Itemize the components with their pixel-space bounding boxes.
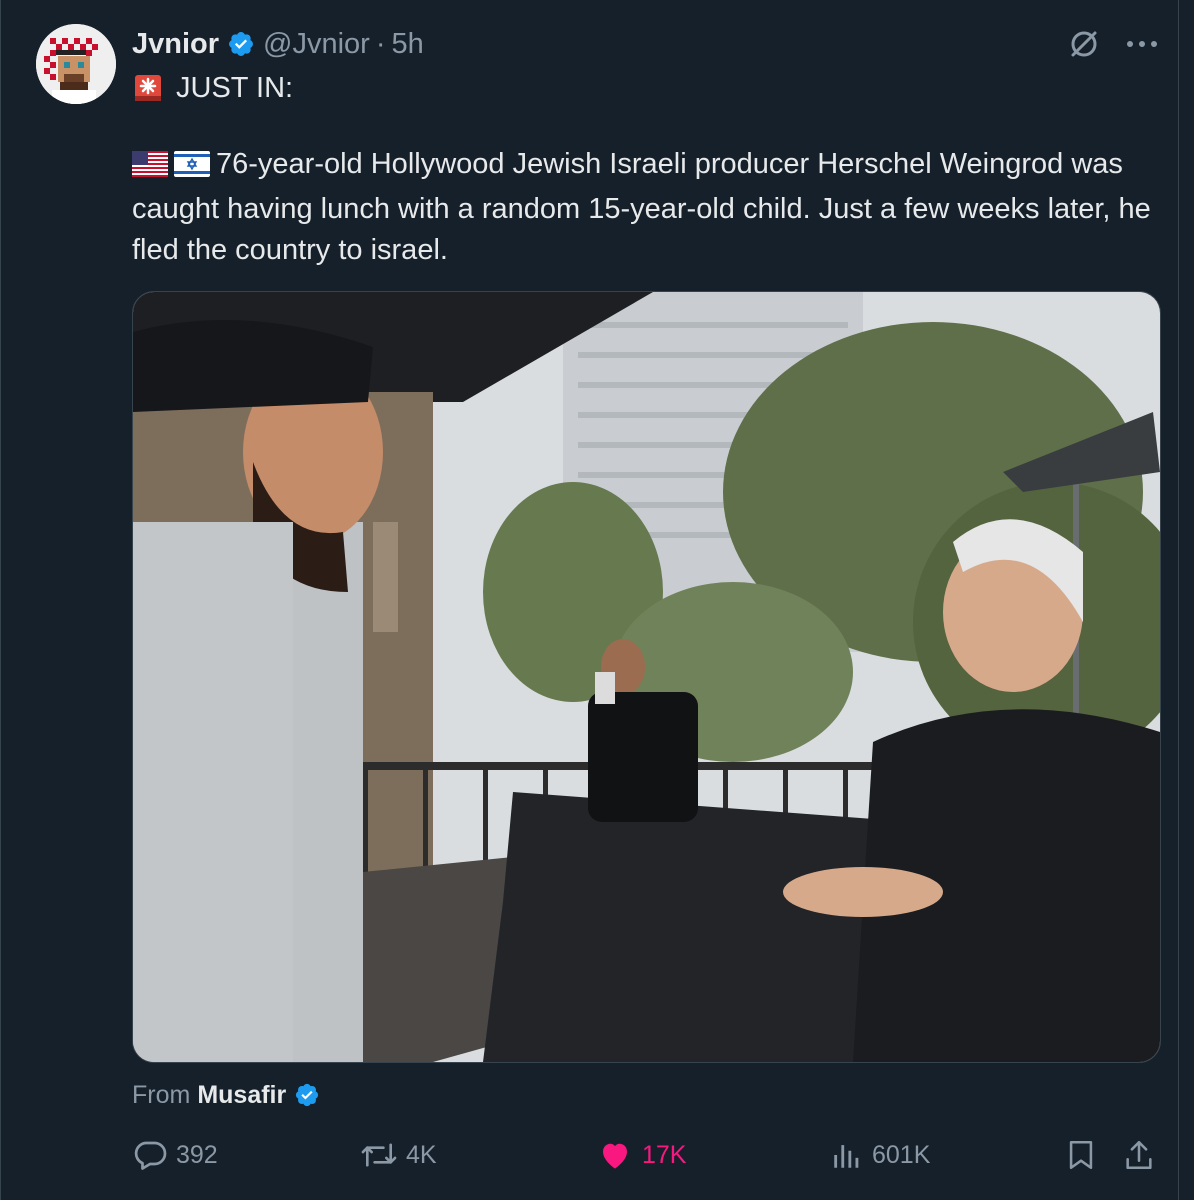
- media-source: From Musafir: [132, 1076, 320, 1114]
- avatar[interactable]: [36, 24, 116, 104]
- heart-icon: [603, 1143, 627, 1169]
- us-flag-icon: [132, 148, 168, 189]
- bookmark-icon: [1069, 1140, 1093, 1170]
- bookmark-button[interactable]: [1064, 1132, 1106, 1178]
- views-icon: [834, 1145, 859, 1168]
- share-button[interactable]: [1122, 1132, 1164, 1178]
- siren-icon: [132, 72, 164, 104]
- views-button[interactable]: 601K: [830, 1132, 930, 1178]
- repost-count: 4K: [406, 1140, 437, 1169]
- grok-icon[interactable]: [1066, 26, 1102, 62]
- divider: [0, 0, 1, 1200]
- like-count: 17K: [642, 1140, 687, 1169]
- timestamp[interactable]: 5h: [392, 28, 424, 61]
- media-source-name[interactable]: Musafir: [197, 1081, 286, 1110]
- reply-count: 392: [176, 1140, 218, 1169]
- repost-icon: [361, 1143, 397, 1167]
- reply-button[interactable]: 392: [132, 1132, 218, 1178]
- views-count: 601K: [872, 1140, 931, 1169]
- repost-button[interactable]: 4K: [360, 1132, 437, 1178]
- like-button[interactable]: 17K: [596, 1132, 686, 1178]
- tweet-body: 76-year-old Hollywood Jewish Israeli pro…: [132, 144, 1162, 271]
- israel-flag-icon: [174, 148, 210, 189]
- tweet-top-actions: [1066, 26, 1160, 62]
- tweet-action-bar: 392 4K 17K 601K: [132, 1132, 1162, 1178]
- video-player[interactable]: [132, 291, 1161, 1063]
- separator: ·: [375, 27, 386, 60]
- reply-icon: [134, 1141, 167, 1170]
- media-source-prefix: From: [132, 1080, 191, 1109]
- tweet-header: Jvnior @Jvnior · 5h: [132, 24, 424, 64]
- share-icon: [1126, 1140, 1152, 1170]
- tweet-headline-line: JUST IN:: [132, 68, 293, 108]
- tweet-text: 76-year-old Hollywood Jewish Israeli pro…: [132, 148, 1151, 266]
- more-icon[interactable]: [1124, 26, 1160, 62]
- display-name[interactable]: Jvnior: [132, 28, 219, 61]
- verified-icon[interactable]: [227, 30, 255, 58]
- divider: [1178, 0, 1179, 1200]
- handle[interactable]: @Jvnior: [263, 28, 370, 61]
- tweet: Jvnior @Jvnior · 5h JUST IN: 76-year-old…: [0, 0, 1194, 1200]
- tweet-headline: JUST IN:: [176, 71, 294, 104]
- verified-icon: [294, 1082, 320, 1108]
